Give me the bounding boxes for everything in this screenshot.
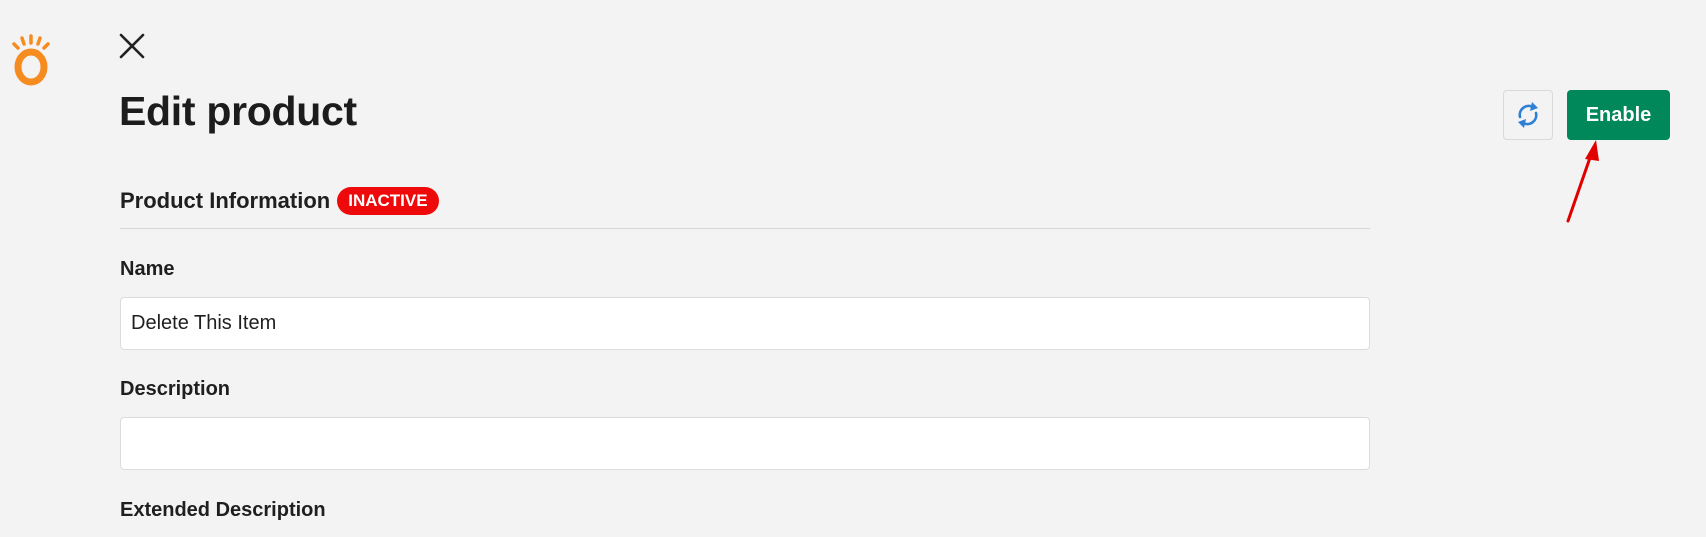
page-title: Edit product	[119, 88, 357, 134]
description-input[interactable]	[120, 417, 1370, 470]
extended-description-label: Extended Description	[120, 499, 326, 521]
brand-logo-icon	[10, 34, 52, 86]
enable-button[interactable]: Enable	[1567, 90, 1670, 140]
name-label: Name	[120, 258, 175, 280]
close-icon	[119, 33, 145, 59]
annotation-arrow-icon	[1566, 140, 1599, 223]
close-button[interactable]	[118, 32, 146, 60]
refresh-button[interactable]	[1503, 90, 1553, 140]
product-information-header: Product Information INACTIVE	[120, 186, 1370, 229]
description-label: Description	[120, 378, 231, 400]
refresh-sync-icon	[1518, 102, 1538, 128]
status-badge: INACTIVE	[337, 186, 439, 215]
section-title: Product Information	[120, 187, 331, 213]
name-input[interactable]	[120, 297, 1370, 350]
